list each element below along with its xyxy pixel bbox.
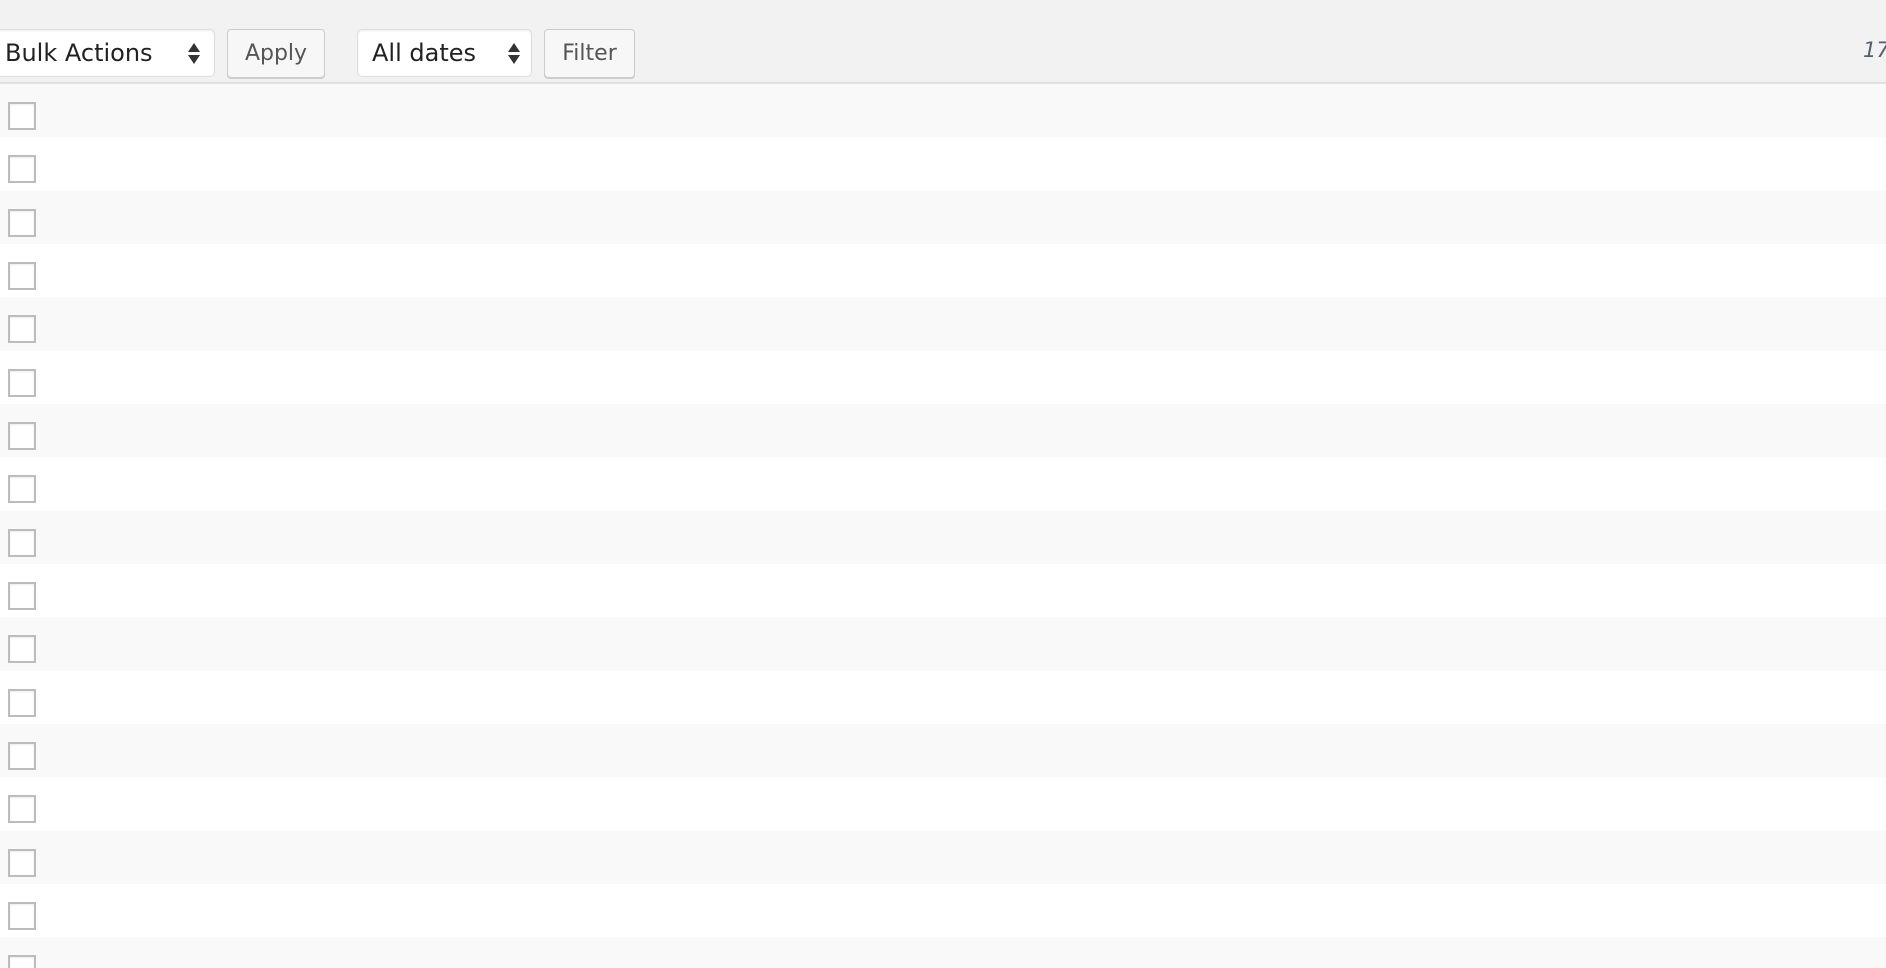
table-row (0, 723, 1886, 778)
row-checkbox[interactable] (8, 315, 36, 344)
row-checkbox[interactable] (8, 581, 36, 610)
select-arrows-icon (188, 41, 200, 65)
date-filter-selected-value: All dates (372, 39, 477, 67)
row-checkbox[interactable] (8, 848, 36, 877)
row-checkbox[interactable] (8, 208, 36, 237)
filter-button[interactable]: Filter (544, 29, 635, 78)
table-row (0, 510, 1886, 564)
row-checkbox[interactable] (8, 955, 36, 968)
row-checkbox[interactable] (8, 102, 36, 130)
row-checkbox[interactable] (8, 528, 36, 557)
row-checkbox[interactable] (8, 475, 36, 504)
date-filter-select[interactable]: All dates (357, 29, 532, 77)
table-row (0, 883, 1886, 938)
row-checkbox[interactable] (8, 795, 36, 824)
row-checkbox[interactable] (8, 901, 36, 930)
table-row (0, 350, 1886, 404)
bulk-actions-selected-value: Bulk Actions (5, 39, 153, 67)
item-list (0, 84, 1886, 968)
table-row (0, 243, 1886, 298)
item-count: 17 (1863, 38, 1886, 62)
row-checkbox[interactable] (8, 741, 36, 770)
row-checkbox[interactable] (8, 155, 36, 184)
row-checkbox[interactable] (8, 368, 36, 397)
bulk-actions-select[interactable]: Bulk Actions (0, 29, 215, 77)
select-arrows-icon (508, 41, 520, 65)
table-row (0, 137, 1886, 191)
table-row (0, 777, 1886, 831)
row-checkbox[interactable] (8, 421, 36, 450)
row-checkbox[interactable] (8, 261, 36, 290)
table-row (0, 937, 1886, 968)
table-row (0, 403, 1886, 458)
table-row (0, 84, 1886, 138)
row-checkbox[interactable] (8, 688, 36, 717)
table-row (0, 563, 1886, 618)
table-row (0, 297, 1886, 351)
table-row (0, 457, 1886, 511)
table-nav-top: Bulk Actions Apply All dates Filter 17 (0, 0, 1886, 84)
table-row (0, 190, 1886, 244)
table-row (0, 830, 1886, 884)
table-row (0, 617, 1886, 671)
table-row (0, 670, 1886, 724)
apply-button[interactable]: Apply (227, 29, 325, 78)
row-checkbox[interactable] (8, 635, 36, 664)
